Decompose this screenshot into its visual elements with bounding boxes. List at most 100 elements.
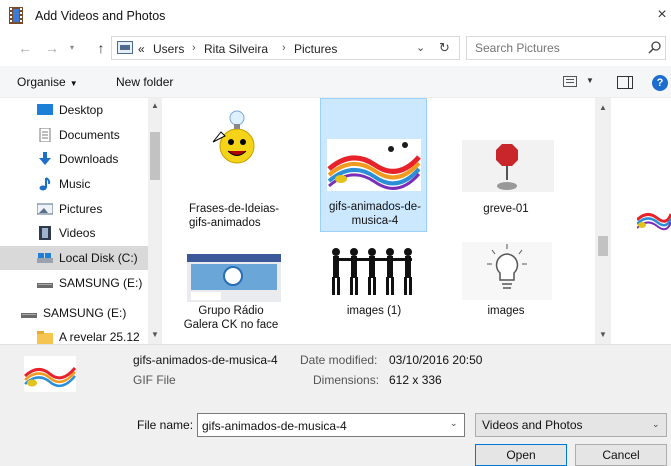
- dialog-footer: File name: ⌄ Videos and Photos ⌄ Open Ca…: [0, 400, 671, 466]
- help-icon[interactable]: ?: [652, 75, 668, 91]
- scrollbar-thumb[interactable]: [598, 236, 608, 256]
- date-modified-label: Date modified:: [300, 353, 378, 367]
- documents-icon: [39, 128, 51, 142]
- up-arrow-icon[interactable]: ↑: [93, 40, 109, 56]
- sidebar-item-label: Pictures: [59, 202, 103, 216]
- file-list-scrollbar[interactable]: ▲ ▼: [595, 98, 611, 344]
- refresh-icon[interactable]: ↻: [439, 40, 450, 56]
- selected-file-name: gifs-animados-de-musica-4: [133, 353, 278, 367]
- breadcrumb-overflow[interactable]: «: [138, 42, 145, 56]
- file-name-input[interactable]: [202, 418, 432, 434]
- scroll-down-icon[interactable]: ▼: [599, 330, 607, 339]
- sidebar-item-label: SAMSUNG (E:): [59, 276, 143, 290]
- sidebar-item-label: Downloads: [59, 152, 119, 166]
- search-icon[interactable]: [648, 40, 662, 54]
- breadcrumb-separator[interactable]: ›: [282, 42, 286, 54]
- close-button[interactable]: ×: [652, 5, 671, 25]
- music-notes-thumbnail: [327, 139, 421, 191]
- film-strip-icon: [9, 7, 23, 24]
- view-options-chevron-icon[interactable]: ▼: [586, 76, 594, 85]
- sidebar-item-local-disk[interactable]: Local Disk (C:): [0, 246, 148, 270]
- lightbulb-smiley-thumbnail: [191, 108, 271, 168]
- breadcrumb-user-folder[interactable]: Rita Silveira: [204, 42, 268, 56]
- sidebar-item-label: Videos: [59, 226, 96, 240]
- sidebar-item-label: Desktop: [59, 103, 104, 117]
- preview-pane: [611, 98, 671, 344]
- file-item[interactable]: Frases-de-Ideias-gifs-animados: [177, 102, 284, 232]
- folder-icon: [37, 331, 53, 344]
- search-box[interactable]: [466, 36, 666, 60]
- music-icon: [39, 177, 51, 191]
- file-name: gifs-animados-de-musica-4: [328, 201, 422, 227]
- music-notes-preview: [637, 213, 671, 231]
- file-list[interactable]: Frases-de-Ideias-gifs-animados gifs-anim…: [162, 98, 595, 344]
- date-modified-value: 03/10/2016 20:50: [389, 353, 483, 367]
- dimensions-value: 612 x 336: [389, 373, 442, 387]
- sidebar-item-samsung-e[interactable]: SAMSUNG (E:): [0, 271, 148, 295]
- address-bar[interactable]: « Users › Rita Silveira › Pictures ⌄ ↻: [111, 36, 460, 60]
- sidebar-item-label: Documents: [59, 128, 120, 142]
- downloads-icon: [39, 152, 51, 165]
- search-input[interactable]: [475, 40, 635, 56]
- computer-location-icon: [117, 41, 133, 54]
- navigation-pane[interactable]: Desktop Documents Downloads Music Pictur…: [0, 98, 162, 344]
- sidebar-item-desktop[interactable]: Desktop: [0, 98, 148, 122]
- breadcrumb-users[interactable]: Users: [153, 42, 184, 56]
- sidebar-item-label: A revelar 25.12: [59, 330, 140, 344]
- scroll-up-icon[interactable]: ▲: [599, 103, 607, 112]
- sidebar-item-samsung-e-root[interactable]: SAMSUNG (E:): [0, 301, 132, 325]
- preview-pane-icon[interactable]: [617, 76, 633, 89]
- file-name: Frases-de-Ideias-gifs-animados: [189, 203, 280, 229]
- drive-icon: [37, 253, 53, 263]
- file-name: images (1): [346, 305, 402, 317]
- selected-file-type: GIF File: [133, 373, 176, 387]
- scroll-down-icon[interactable]: ▼: [151, 330, 159, 339]
- videos-icon: [39, 226, 51, 240]
- sidebar-item-a-revelar[interactable]: A revelar 25.12: [0, 325, 148, 344]
- file-type-filter-value: Videos and Photos: [482, 418, 583, 432]
- title-bar: Add Videos and Photos ×: [0, 0, 671, 32]
- file-item[interactable]: images: [452, 232, 559, 342]
- address-dropdown-icon[interactable]: ⌄: [416, 41, 425, 54]
- file-name: Grupo Rádio Galera CK no face: [183, 305, 279, 331]
- back-arrow-icon[interactable]: ←: [17, 40, 33, 56]
- chevron-down-icon[interactable]: ⌄: [450, 418, 458, 429]
- open-button[interactable]: Open: [475, 444, 567, 466]
- sidebar-item-music[interactable]: Music: [0, 172, 148, 196]
- file-item[interactable]: Grupo Rádio Galera CK no face: [177, 232, 284, 342]
- chevron-down-icon[interactable]: ⌄: [652, 419, 660, 430]
- chevron-down-icon: ▼: [69, 79, 78, 88]
- dimensions-label: Dimensions:: [313, 373, 380, 387]
- people-silhouettes-thumbnail: [326, 244, 422, 298]
- sidebar-item-pictures[interactable]: Pictures: [0, 197, 148, 221]
- breadcrumb-separator[interactable]: ›: [192, 42, 196, 54]
- cancel-button[interactable]: Cancel: [575, 444, 667, 466]
- recent-locations-chevron-icon[interactable]: ▾: [70, 43, 74, 52]
- usb-drive-icon: [21, 313, 37, 318]
- sidebar-scrollbar[interactable]: ▲ ▼: [148, 98, 162, 344]
- selected-file-thumbnail: [24, 356, 76, 392]
- desktop-icon: [37, 104, 53, 115]
- sidebar-item-downloads[interactable]: Downloads: [0, 147, 148, 171]
- pictures-icon: [37, 203, 53, 215]
- file-item-selected[interactable]: gifs-animados-de-musica-4: [320, 98, 427, 232]
- file-item[interactable]: images (1): [320, 232, 427, 342]
- file-type-filter-select[interactable]: Videos and Photos ⌄: [475, 413, 667, 437]
- file-name-combobox[interactable]: ⌄: [197, 413, 465, 437]
- scroll-up-icon[interactable]: ▲: [151, 101, 159, 110]
- file-item[interactable]: greve-01: [452, 102, 559, 232]
- forward-arrow-icon[interactable]: →: [44, 40, 60, 56]
- lightbulb-outline-thumbnail: [462, 242, 552, 300]
- file-name-label: File name:: [137, 418, 194, 432]
- sidebar-item-videos[interactable]: Videos: [0, 221, 148, 245]
- new-folder-button[interactable]: New folder: [116, 75, 173, 89]
- scrollbar-thumb[interactable]: [150, 132, 160, 180]
- sidebar-item-label: Music: [59, 177, 91, 191]
- sidebar-item-label: SAMSUNG (E:): [43, 306, 127, 320]
- usb-drive-icon: [37, 283, 53, 288]
- breadcrumb-pictures[interactable]: Pictures: [294, 42, 337, 56]
- details-pane: gifs-animados-de-musica-4 GIF File Date …: [0, 344, 671, 400]
- organise-menu-button[interactable]: Organise ▼: [17, 75, 78, 89]
- change-view-icon[interactable]: [563, 76, 577, 87]
- sidebar-item-documents[interactable]: Documents: [0, 123, 148, 147]
